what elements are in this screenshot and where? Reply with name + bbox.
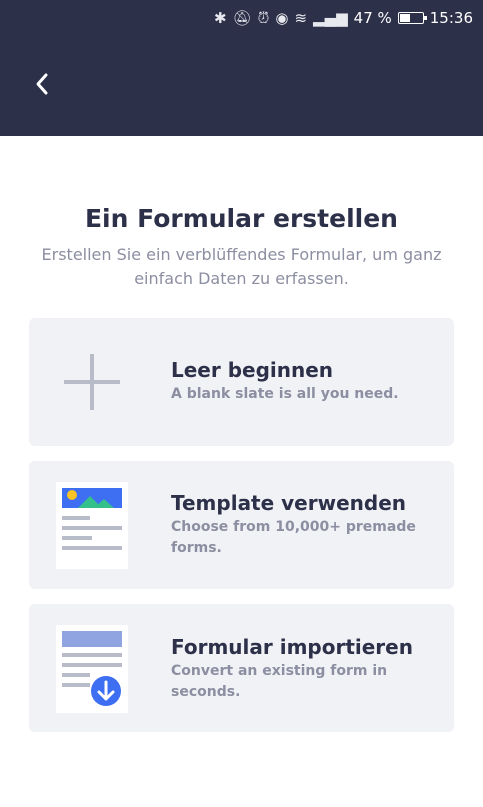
status-bar: ✱ 🔕︎ ⏰︎ ◉ ≋ ▂▄▆ 47 % 15:36 (0, 0, 483, 36)
back-button[interactable] (28, 69, 58, 99)
battery-percent: 47 % (353, 9, 392, 27)
option-blank-form[interactable]: Leer beginnen A blank slate is all you n… (29, 318, 454, 446)
option-description: Convert an existing form in seconds. (171, 663, 388, 700)
option-label: Template verwenden (171, 491, 407, 515)
chevron-left-icon (36, 73, 48, 95)
battery-icon (397, 12, 427, 24)
bluetooth-icon: ✱ (214, 9, 227, 27)
app-bar (0, 36, 483, 136)
alarm-icon: ⏰︎ (257, 9, 270, 27)
mute-icon: 🔕︎ (232, 9, 252, 27)
import-icon (56, 625, 128, 713)
plus-icon (64, 354, 120, 410)
option-template[interactable]: Template verwenden Choose from 10,000+ p… (29, 461, 454, 589)
option-label: Leer beginnen (171, 358, 334, 382)
wifi-icon: ≋ (294, 9, 308, 27)
eye-icon: ◉ (275, 9, 289, 27)
page-title: Ein Formular erstellen (84, 204, 398, 233)
option-label: Formular importieren (171, 635, 413, 659)
option-description: A blank slate is all you need. (171, 386, 399, 402)
template-icon (56, 482, 128, 569)
clock: 15:36 (429, 9, 473, 27)
page-subtitle: Erstellen Sie ein verblüffendes Formular… (41, 245, 442, 288)
option-import[interactable]: Formular importieren Convert an existing… (29, 604, 454, 732)
option-description: Choose from 10,000+ premade forms. (171, 519, 416, 556)
signal-icon: ▂▄▆ (313, 9, 348, 27)
